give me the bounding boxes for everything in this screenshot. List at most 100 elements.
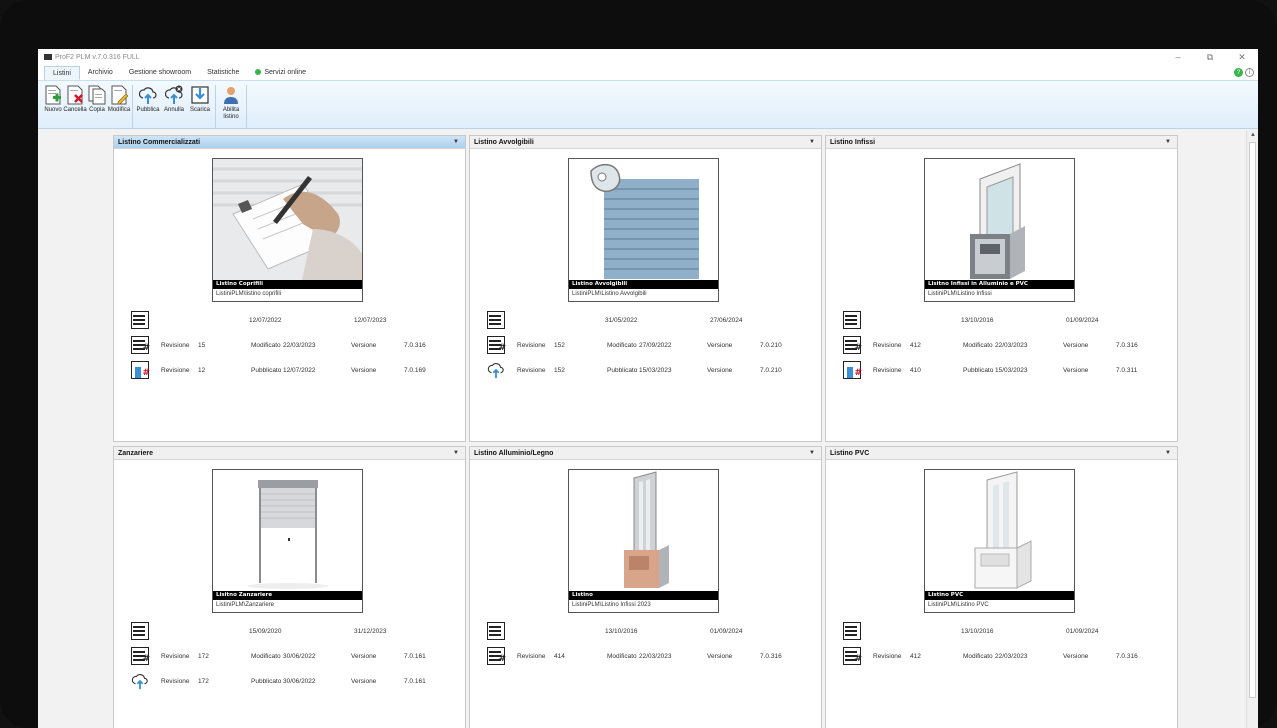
info-row-published: # Revisione 12 Pubblicato 12/07/2022 Ver…	[131, 361, 461, 386]
listino-card[interactable]: Listino PVC ListiniPLM\Listino PVC	[924, 469, 1075, 613]
status-ok-icon[interactable]: ?	[1234, 68, 1243, 77]
panel-header[interactable]: Listino PVC ▼	[826, 447, 1177, 460]
card-title: Lisitno Infissi in Alluminio e PVC	[925, 280, 1074, 289]
panel-header[interactable]: Zanzariere ▼	[114, 447, 465, 460]
version-value: 7.0.311	[1116, 367, 1138, 374]
scarica-button[interactable]: Scarica	[187, 85, 213, 128]
listino-card[interactable]: Listino Coprifili ListiniPLM\listino cop…	[212, 158, 363, 302]
cancella-label: Cancella	[63, 107, 87, 113]
panel-header[interactable]: Listino Avvolgibili ▼	[470, 136, 821, 149]
published-label: Pubblicato	[251, 678, 282, 685]
chevron-down-icon[interactable]: ▼	[1165, 136, 1171, 149]
restore-button[interactable]: ⧉	[1194, 49, 1226, 65]
tab-listini[interactable]: Listini	[44, 66, 80, 80]
info-row-modified: # Revisione 414 Modificato 22/03/2023 Ve…	[487, 647, 817, 672]
info-row-published: # Revisione 410 Pubblicato 15/03/2023 Ve…	[843, 361, 1173, 386]
modified-label: Modificato	[251, 342, 281, 349]
listino-card[interactable]: Listino ListiniPLM\Listino Infissi 2023	[568, 469, 719, 613]
nuovo-button[interactable]: Nuovo	[42, 85, 64, 128]
card-path: ListiniPLM\Listino Infissi	[928, 291, 992, 297]
delete-document-icon	[67, 85, 83, 105]
title-bar: ProF2 PLM v.7.0.316 FULL – ⧉ ✕	[38, 49, 1258, 65]
revision-value: 412	[910, 653, 921, 660]
card-path: ListiniPLM\Listino PVC	[928, 602, 989, 608]
revision-label: Revisione	[161, 678, 190, 685]
publish-hash-icon: #	[131, 361, 150, 379]
version-label: Versione	[1063, 653, 1089, 660]
online-label: Servizi online	[264, 69, 307, 76]
revision-label: Revisione	[161, 342, 190, 349]
modified-date: 22/03/2023	[283, 342, 316, 349]
listino-card[interactable]: Listino Avvolgibili ListiniPLM\Listino A…	[568, 158, 719, 302]
copia-label: Copia	[89, 107, 105, 113]
published-label: Pubblicato	[607, 367, 638, 374]
revision-label: Revisione	[517, 653, 546, 660]
revision-value: 152	[554, 342, 565, 349]
vertical-scrollbar[interactable]: ▲	[1246, 130, 1258, 728]
copia-button[interactable]: Copia	[86, 85, 108, 128]
cloud-upload-icon	[487, 363, 504, 379]
listino-card[interactable]: Lisitno Zanzariere ListiniPLM\Zanzariere	[212, 469, 363, 613]
chevron-down-icon[interactable]: ▼	[809, 447, 815, 460]
pubblica-button[interactable]: Pubblica	[135, 85, 161, 128]
listino-card[interactable]: Lisitno Infissi in Alluminio e PVC Listi…	[924, 158, 1075, 302]
abilita-listino-button[interactable]: Abilita listino	[218, 85, 244, 128]
tab-archivio[interactable]: Archivio	[80, 66, 121, 80]
scrollbar-thumb[interactable]	[1249, 142, 1256, 698]
info-row-dates: 13/10/2016 01/09/2024	[843, 311, 1173, 336]
revision-list-icon: #	[131, 336, 150, 354]
listino-panel: Listino Alluminio/Legno ▼ Listino Listini…	[469, 446, 822, 728]
info-row-dates: 13/10/2016 01/09/2024	[843, 622, 1173, 647]
chevron-down-icon[interactable]: ▼	[1165, 447, 1171, 460]
modified-label: Modificato	[963, 653, 993, 660]
info-row-dates: 12/07/2022 12/07/2023	[131, 311, 461, 336]
close-button[interactable]: ✕	[1226, 49, 1258, 65]
annulla-button[interactable]: Annulla	[161, 85, 187, 128]
updated-date: 01/09/2024	[1066, 317, 1099, 324]
panel-title: Listino Commercializzati	[118, 139, 201, 146]
version-value: 7.0.316	[1116, 653, 1138, 660]
version-label: Versione	[351, 653, 377, 660]
listino-info: 13/10/2016 01/09/2024 # Revisione 412 Mo…	[843, 311, 1173, 386]
panel-header[interactable]: Listino Commercializzati ▼	[114, 136, 465, 149]
chevron-down-icon[interactable]: ▼	[809, 136, 815, 149]
tab-gestione-showroom[interactable]: Gestione showroom	[121, 66, 199, 80]
cancella-button[interactable]: Cancella	[63, 85, 87, 128]
version-label: Versione	[707, 342, 733, 349]
modifica-button[interactable]: Modifica	[108, 85, 130, 128]
pubblica-label: Pubblica	[136, 107, 160, 113]
revision-label: Revisione	[873, 653, 902, 660]
listino-panel: Listino Infissi ▼ Lisitno Infissi in Allu…	[825, 135, 1178, 442]
cloud-cancel-icon	[165, 85, 183, 104]
version-label: Versione	[707, 367, 733, 374]
modified-label: Modificato	[607, 653, 637, 660]
created-date: 15/09/2020	[249, 628, 282, 635]
panel-title: Listino Avvolgibili	[474, 139, 534, 146]
tab-servizi-online[interactable]: Servizi online	[247, 66, 314, 80]
minimize-button[interactable]: –	[1162, 49, 1194, 65]
app-logo-icon	[44, 54, 52, 60]
revision-list-icon: #	[487, 336, 506, 354]
tab-statistiche[interactable]: Statistiche	[199, 66, 247, 80]
list-icon	[487, 311, 505, 329]
listini-grid: Listino Commercializzati ▼ Listino Coprif…	[113, 135, 1178, 728]
panel-header[interactable]: Listino Alluminio/Legno ▼	[470, 447, 821, 460]
chevron-down-icon[interactable]: ▼	[453, 136, 459, 149]
revision-label: Revisione	[873, 367, 902, 374]
info-icon[interactable]: i	[1245, 68, 1254, 77]
revision-label: Revisione	[873, 342, 902, 349]
revision-value: 414	[554, 653, 565, 660]
scroll-up-icon[interactable]: ▲	[1250, 132, 1256, 138]
modifica-label: Modifica	[107, 107, 131, 113]
listino-panel: Listino Avvolgibili ▼ Listino Avvolgibili…	[469, 135, 822, 442]
ribbon-group-publish: Pubblica Annulla Scarica	[135, 85, 216, 128]
edit-document-icon	[111, 85, 128, 105]
created-date: 13/10/2016	[961, 628, 994, 635]
modified-label: Modificato	[963, 342, 993, 349]
download-icon	[191, 86, 209, 104]
card-path: ListiniPLM\Listino Avvolgibili	[572, 291, 647, 297]
pvc-profile-image	[925, 470, 1074, 591]
ribbon-group-enable: Abilita listino	[218, 85, 247, 128]
chevron-down-icon[interactable]: ▼	[453, 447, 459, 460]
panel-header[interactable]: Listino Infissi ▼	[826, 136, 1177, 149]
